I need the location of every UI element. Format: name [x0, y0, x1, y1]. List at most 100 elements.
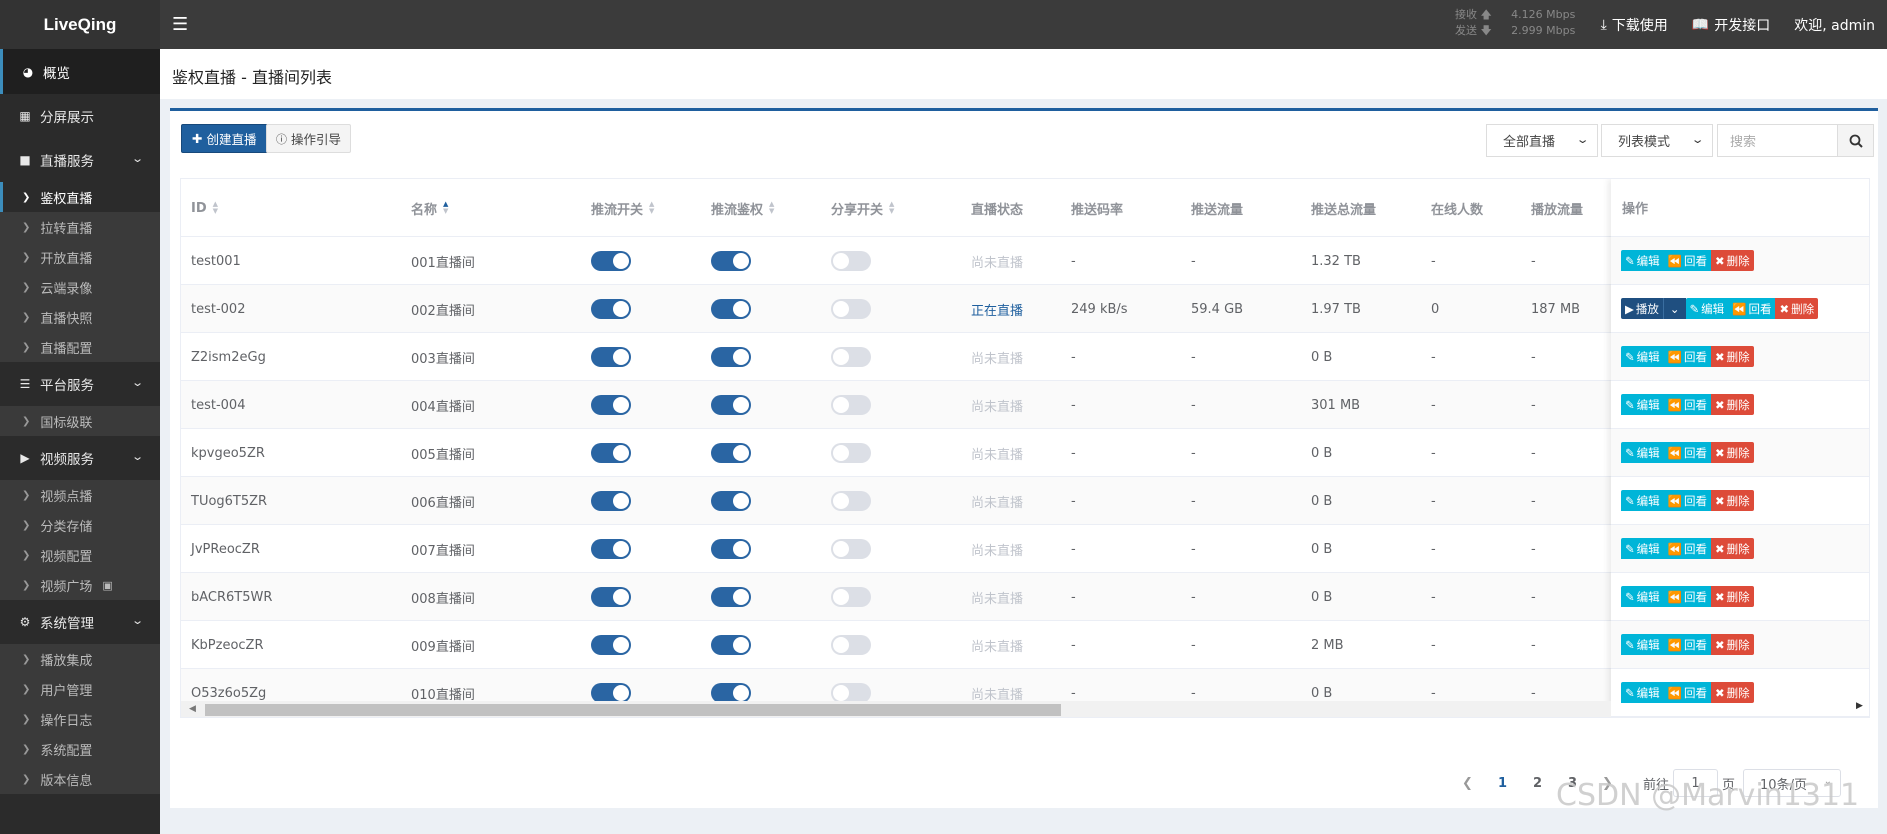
col-id[interactable]: ID ▲ ▼ — [191, 179, 218, 237]
auth-switch-toggle[interactable] — [711, 443, 751, 463]
sidebar-item-play-integration[interactable]: ❯ 播放集成 — [0, 644, 160, 674]
sidebar-item-split[interactable]: ▦ 分屏展示 — [0, 94, 160, 138]
col-name[interactable]: 名称 ▲ ▼ — [411, 179, 448, 237]
delete-button[interactable]: ✖ 删除 — [1710, 490, 1754, 511]
sidebar-item-vod[interactable]: ❯ 视频点播 — [0, 480, 160, 510]
delete-button[interactable]: ✖ 删除 — [1710, 442, 1754, 463]
delete-button[interactable]: ✖ 删除 — [1710, 634, 1754, 655]
edit-button[interactable]: ✎ 编辑 — [1621, 442, 1664, 463]
play-button[interactable]: ▶ 播放 — [1621, 298, 1663, 319]
brand-logo[interactable]: LiveQing — [0, 0, 160, 49]
playback-button[interactable]: ⏪ 回看 — [1663, 634, 1711, 655]
sidebar-item-open-live[interactable]: ❯ 开放直播 — [0, 242, 160, 272]
play-dropdown-icon[interactable]: ⌄ — [1662, 298, 1686, 319]
edit-button[interactable]: ✎ 编辑 — [1621, 490, 1664, 511]
sidebar-group-platform[interactable]: ☰ 平台服务 ⌄ — [0, 362, 160, 406]
prev-page-icon[interactable]: ❮ — [1450, 776, 1485, 791]
sidebar-item-auth-live[interactable]: ❯ 鉴权直播 — [0, 182, 160, 212]
edit-button[interactable]: ✎ 编辑 — [1621, 634, 1664, 655]
auth-switch-toggle[interactable] — [711, 587, 751, 607]
playback-button[interactable]: ⏪ 回看 — [1663, 538, 1711, 559]
delete-button[interactable]: ✖ 删除 — [1710, 346, 1754, 367]
auth-switch-toggle[interactable] — [711, 491, 751, 511]
sort-icon[interactable]: ▲ ▼ — [443, 201, 448, 215]
sidebar-item-user-manage[interactable]: ❯ 用户管理 — [0, 674, 160, 704]
push-switch-toggle[interactable] — [591, 683, 631, 703]
menu-toggle-icon[interactable]: ☰ — [172, 14, 188, 35]
horizontal-scrollbar[interactable]: ◀ — [181, 701, 1611, 717]
sort-icon[interactable]: ▲ ▼ — [213, 201, 218, 215]
col-share-switch[interactable]: 分享开关 ▲ ▼ — [831, 179, 894, 237]
share-switch-toggle[interactable] — [831, 539, 871, 559]
share-switch-toggle[interactable] — [831, 395, 871, 415]
delete-button[interactable]: ✖ 删除 — [1710, 682, 1754, 703]
sidebar-item-snapshot[interactable]: ❯ 直播快照 — [0, 302, 160, 332]
sidebar-item-sys-config[interactable]: ❯ 系统配置 — [0, 734, 160, 764]
sidebar-item-cloud-record[interactable]: ❯ 云端录像 — [0, 272, 160, 302]
auth-switch-toggle[interactable] — [711, 635, 751, 655]
page-1[interactable]: 1 — [1485, 776, 1520, 791]
share-switch-toggle[interactable] — [831, 683, 871, 703]
push-switch-toggle[interactable] — [591, 587, 631, 607]
sidebar-item-overview[interactable]: ◕ 概览 — [0, 49, 160, 94]
playback-button[interactable]: ⏪ 回看 — [1663, 442, 1711, 463]
sort-icon[interactable]: ▲ ▼ — [769, 201, 774, 215]
scroll-left-icon[interactable]: ◀ — [189, 704, 196, 714]
playback-button[interactable]: ⏪ 回看 — [1663, 394, 1711, 415]
delete-button[interactable]: ✖ 删除 — [1710, 586, 1754, 607]
edit-button[interactable]: ✎ 编辑 — [1621, 250, 1664, 271]
edit-button[interactable]: ✎ 编辑 — [1621, 682, 1664, 703]
api-link[interactable]: 📖 开发接口 — [1692, 15, 1770, 35]
edit-button[interactable]: ✎ 编辑 — [1621, 538, 1664, 559]
guide-button[interactable]: ⓘ 操作引导 — [266, 124, 352, 153]
playback-button[interactable]: ⏪ 回看 — [1663, 682, 1711, 703]
playback-button[interactable]: ⏪ 回看 — [1663, 346, 1711, 367]
playback-button[interactable]: ⏪ 回看 — [1728, 298, 1776, 319]
scrollbar-thumb[interactable] — [205, 704, 1061, 716]
push-switch-toggle[interactable] — [591, 491, 631, 511]
share-switch-toggle[interactable] — [831, 251, 871, 271]
filter-select[interactable]: 全部直播 ⌄ — [1486, 124, 1598, 157]
sidebar-item-category-storage[interactable]: ❯ 分类存储 — [0, 510, 160, 540]
share-switch-toggle[interactable] — [831, 443, 871, 463]
sidebar-group-live[interactable]: ■ 直播服务 ⌄ — [0, 138, 160, 182]
edit-button[interactable]: ✎ 编辑 — [1621, 586, 1664, 607]
edit-button[interactable]: ✎ 编辑 — [1685, 298, 1729, 319]
sidebar-item-video-config[interactable]: ❯ 视频配置 — [0, 540, 160, 570]
sidebar-item-video-square[interactable]: ❯ 视频广场 ▣ — [0, 570, 160, 600]
push-switch-toggle[interactable] — [591, 443, 631, 463]
auth-switch-toggle[interactable] — [711, 251, 751, 271]
share-switch-toggle[interactable] — [831, 347, 871, 367]
mode-select[interactable]: 列表模式 ⌄ — [1601, 124, 1713, 157]
share-switch-toggle[interactable] — [831, 635, 871, 655]
user-menu[interactable]: 欢迎, admin — [1794, 15, 1875, 35]
share-switch-toggle[interactable] — [831, 299, 871, 319]
page-2[interactable]: 2 — [1520, 776, 1555, 791]
sidebar-group-system[interactable]: ⚙ 系统管理 ⌄ — [0, 600, 160, 644]
search-input[interactable]: 搜索 — [1717, 124, 1838, 157]
playback-button[interactable]: ⏪ 回看 — [1663, 490, 1711, 511]
auth-switch-toggle[interactable] — [711, 347, 751, 367]
edit-button[interactable]: ✎ 编辑 — [1621, 394, 1664, 415]
col-push-switch[interactable]: 推流开关 ▲ ▼ — [591, 179, 654, 237]
col-push-auth[interactable]: 推流鉴权 ▲ ▼ — [711, 179, 774, 237]
auth-switch-toggle[interactable] — [711, 299, 751, 319]
push-switch-toggle[interactable] — [591, 395, 631, 415]
sort-icon[interactable]: ▲ ▼ — [649, 201, 654, 215]
delete-button[interactable]: ✖ 删除 — [1775, 298, 1819, 319]
share-switch-toggle[interactable] — [831, 587, 871, 607]
search-button[interactable] — [1837, 124, 1874, 157]
push-switch-toggle[interactable] — [591, 539, 631, 559]
delete-button[interactable]: ✖ 删除 — [1710, 394, 1754, 415]
push-switch-toggle[interactable] — [591, 347, 631, 367]
delete-button[interactable]: ✖ 删除 — [1710, 250, 1754, 271]
delete-button[interactable]: ✖ 删除 — [1710, 538, 1754, 559]
sort-icon[interactable]: ▲ ▼ — [889, 201, 894, 215]
playback-button[interactable]: ⏪ 回看 — [1663, 250, 1711, 271]
sidebar-group-video[interactable]: ▶ 视频服务 ⌄ — [0, 436, 160, 480]
scroll-right-icon[interactable]: ▶ — [1856, 701, 1863, 711]
sidebar-item-version[interactable]: ❯ 版本信息 — [0, 764, 160, 794]
share-switch-toggle[interactable] — [831, 491, 871, 511]
auth-switch-toggle[interactable] — [711, 683, 751, 703]
sidebar-item-op-log[interactable]: ❯ 操作日志 — [0, 704, 160, 734]
